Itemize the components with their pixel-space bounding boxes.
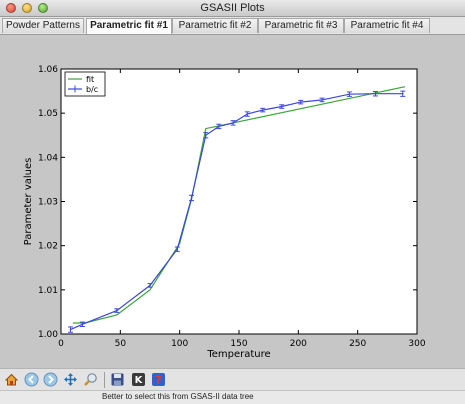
y-axis-label: Parameter values xyxy=(23,158,34,246)
plot-frame xyxy=(60,68,418,335)
y-tick-label: 1.04 xyxy=(38,153,58,163)
bc-data-point xyxy=(280,105,283,108)
status-bar: Better to select this from GSAS-II data … xyxy=(0,390,465,404)
bc-data-point xyxy=(374,92,377,95)
close-window-icon[interactable] xyxy=(6,3,16,13)
maximize-window-icon[interactable] xyxy=(38,3,48,13)
bc-data-point xyxy=(246,113,249,115)
tab-parametric-fit-2[interactable]: Parametric fit #2 xyxy=(172,18,258,33)
bc-data-point xyxy=(232,122,234,124)
pan-icon[interactable] xyxy=(62,371,79,388)
bc-data-point xyxy=(321,99,323,101)
bc-data-point xyxy=(218,125,220,128)
tab-bar: Powder Patterns Parametric fit #1 Parame… xyxy=(0,17,465,35)
bc-data-point xyxy=(81,323,84,326)
k-icon[interactable]: K xyxy=(130,371,147,388)
bc-data-point xyxy=(261,109,264,111)
svg-text:?: ? xyxy=(155,374,161,387)
back-arrow-icon[interactable] xyxy=(23,371,40,388)
y-tick-label: 1.00 xyxy=(38,330,58,340)
home-icon[interactable] xyxy=(3,371,20,388)
save-icon[interactable] xyxy=(109,371,126,388)
bc-data-point xyxy=(176,248,179,250)
forward-arrow-icon[interactable] xyxy=(42,371,59,388)
zoom-icon[interactable] xyxy=(82,371,99,388)
tab-powder-patterns[interactable]: Powder Patterns xyxy=(2,18,84,33)
bc-data-point xyxy=(149,284,151,287)
bc-data-point xyxy=(299,101,302,103)
bc-data-point xyxy=(348,93,351,95)
x-tick-label: 150 xyxy=(230,339,247,349)
tab-parametric-fit-4[interactable]: Parametric fit #4 xyxy=(344,18,430,33)
x-tick-label: 200 xyxy=(290,339,307,349)
legend-bc-label: b/c xyxy=(86,85,98,94)
legend-box xyxy=(64,71,106,97)
x-axis-label: Temperature xyxy=(206,349,270,360)
legend-fit-label: fit xyxy=(86,75,94,84)
window-titlebar: GSASII Plots xyxy=(0,0,465,17)
window-title: GSASII Plots xyxy=(200,2,265,14)
status-message: Better to select this from GSAS-II data … xyxy=(102,392,254,401)
y-tick-label: 1.05 xyxy=(38,109,58,119)
tab-parametric-fit-1[interactable]: Parametric fit #1 xyxy=(86,18,172,34)
x-tick-label: 250 xyxy=(349,339,366,349)
bc-data-point xyxy=(401,92,404,95)
y-tick-label: 1.02 xyxy=(38,242,58,252)
x-tick-label: 100 xyxy=(171,339,188,349)
x-tick-label: 300 xyxy=(408,339,425,349)
bc-data-point xyxy=(115,309,118,312)
svg-text:K: K xyxy=(135,375,144,386)
y-tick-label: 1.03 xyxy=(38,198,58,208)
bc-data-point xyxy=(190,197,193,199)
y-tick-label: 1.06 xyxy=(38,65,58,75)
minimize-window-icon[interactable] xyxy=(22,3,32,13)
x-tick-label: 0 xyxy=(58,339,64,349)
plot-area[interactable]: 0 50 100 150 200 250 300 1.00 1.01 1.02 1.03 1.04 1.… xyxy=(0,35,465,368)
tab-parametric-fit-3[interactable]: Parametric fit #3 xyxy=(258,18,344,33)
x-tick-label: 50 xyxy=(115,339,127,349)
toolbar-separator xyxy=(104,372,105,388)
plot-toolbar: K ? xyxy=(0,368,465,391)
bc-data-point xyxy=(69,328,72,331)
parametric-fit-chart[interactable]: 0 50 100 150 200 250 300 1.00 1.01 1.02 1.03 1.04 1.… xyxy=(0,35,465,368)
help-icon[interactable]: ? xyxy=(150,371,167,388)
bc-data-point xyxy=(204,134,207,137)
y-tick-label: 1.01 xyxy=(38,286,58,296)
